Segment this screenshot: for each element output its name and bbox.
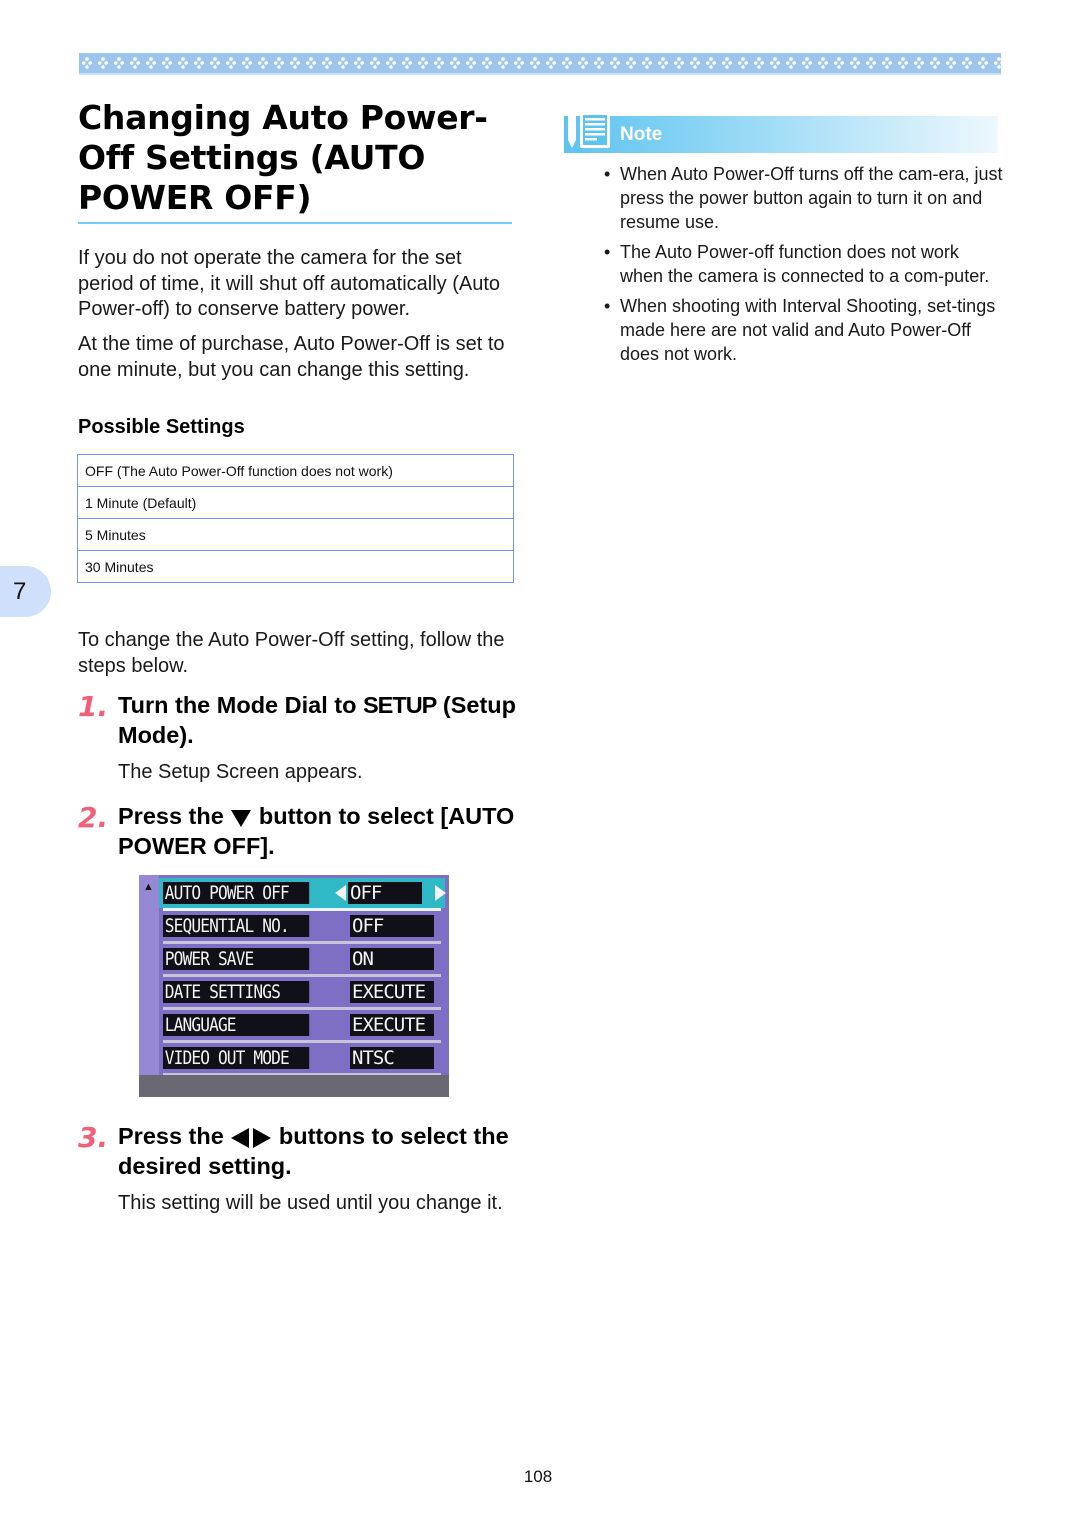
- note-item: • When shooting with Interval Shooting, s…: [604, 294, 1004, 366]
- lcd-menu-row: VIDEO OUT MODE NTSC: [159, 1043, 445, 1076]
- step-title-text: Press the: [118, 803, 231, 829]
- table-row: 30 Minutes: [77, 550, 514, 583]
- left-right-triangles-icon: [231, 1127, 272, 1148]
- step-body: This setting will be used until you chan…: [118, 1192, 503, 1214]
- possible-settings-heading: Possible Settings: [78, 416, 245, 438]
- lcd-menu-label: LANGUAGE: [163, 1014, 310, 1036]
- note-list: • When Auto Power-Off turns off the cam-e…: [604, 162, 1004, 372]
- table-row: 5 Minutes: [77, 518, 514, 551]
- note-item-text: When Auto Power-Off turns off the cam-er…: [620, 164, 1003, 232]
- lcd-menu-value: NTSC: [350, 1047, 434, 1069]
- step-number: 3.: [78, 1121, 109, 1154]
- bullet-icon: •: [604, 164, 611, 184]
- intro-paragraph-1: If you do not operate the camera for the…: [78, 247, 501, 320]
- bullet-icon: •: [604, 242, 611, 262]
- lcd-menu-row: SEQUENTIAL NO. OFF: [159, 911, 445, 944]
- lcd-bottom-bar: [139, 1075, 449, 1097]
- table-cell: 1 Minute (Default): [77, 486, 514, 519]
- step-3: 3. Press the buttons to select the desir…: [78, 1121, 518, 1217]
- lcd-menu-value: EXECUTE: [350, 981, 434, 1003]
- lcd-menu-value: OFF: [348, 882, 422, 904]
- table-row: OFF (The Auto Power-Off function does no…: [77, 454, 514, 487]
- lcd-menu-label: SEQUENTIAL NO.: [163, 915, 310, 937]
- step-1: 1. Turn the Mode Dial to SETUP (Setup Mo…: [78, 690, 518, 786]
- setup-mode-symbol: SETUP: [363, 692, 437, 718]
- table-row: 1 Minute (Default): [77, 486, 514, 519]
- possible-settings-table: OFF (The Auto Power-Off function does no…: [77, 454, 514, 583]
- page-title: Changing Auto Power-Off Settings (AUTO P…: [78, 98, 488, 217]
- scroll-strip: [139, 875, 159, 1075]
- lcd-menu-row: AUTO POWER OFF OFF: [159, 878, 446, 911]
- step-title-text: Press the: [118, 1123, 231, 1149]
- note-header: Note: [564, 112, 998, 153]
- right-arrow-icon: [435, 885, 446, 901]
- note-label: Note: [620, 124, 663, 145]
- lcd-menu-label: VIDEO OUT MODE: [163, 1047, 310, 1069]
- camera-setup-screen: ▲ AUTO POWER OFF OFF SEQUENTIAL NO. OFF …: [139, 875, 449, 1097]
- decorative-header-band: [79, 53, 1001, 75]
- lcd-menu-row: DATE SETTINGS EXECUTE: [159, 977, 445, 1010]
- note-item-text: The Auto Power-off function does not wor…: [620, 242, 990, 286]
- note-item: • The Auto Power-off function does not wo…: [604, 240, 1004, 288]
- step-body: The Setup Screen appears.: [118, 761, 363, 783]
- step-title: Press the buttons to select the desired …: [118, 1121, 518, 1181]
- left-arrow-icon: [335, 885, 346, 901]
- step-title-text: Turn the Mode Dial to: [118, 692, 363, 718]
- lcd-menu-label: DATE SETTINGS: [163, 981, 310, 1003]
- note-item-text: When shooting with Interval Shooting, se…: [620, 296, 996, 364]
- chapter-tab: 7: [0, 566, 51, 617]
- lcd-menu-label: POWER SAVE: [163, 948, 310, 970]
- lcd-menu-row: LANGUAGE EXECUTE: [159, 1010, 445, 1043]
- chapter-number: 7: [13, 577, 27, 605]
- step-2: 2. Press the button to select [AUTO POWE…: [78, 801, 518, 861]
- bullet-icon: •: [604, 296, 611, 316]
- note-pencil-icon: [568, 112, 610, 148]
- lcd-menu-label: AUTO POWER OFF: [163, 882, 310, 904]
- step-number: 2.: [78, 801, 109, 834]
- table-cell: 5 Minutes: [77, 518, 514, 551]
- lcd-menu-value: OFF: [350, 915, 434, 937]
- down-triangle-icon: [231, 809, 252, 827]
- step-number: 1.: [78, 690, 109, 723]
- title-underline: [78, 222, 512, 224]
- lcd-menu-row: POWER SAVE ON: [159, 944, 445, 977]
- instructions-lead: To change the Auto Power-Off setting, fo…: [78, 629, 505, 677]
- lcd-menu-value: EXECUTE: [350, 1014, 434, 1036]
- step-title: Press the button to select [AUTO POWER O…: [118, 801, 518, 861]
- scroll-up-arrow-icon: ▲: [143, 881, 154, 893]
- lcd-menu-value: ON: [350, 948, 434, 970]
- table-cell: OFF (The Auto Power-Off function does no…: [77, 454, 514, 487]
- page-number: 108: [523, 1467, 553, 1486]
- table-cell: 30 Minutes: [77, 550, 514, 583]
- step-title: Turn the Mode Dial to SETUP (Setup Mode)…: [118, 690, 518, 750]
- note-item: • When Auto Power-Off turns off the cam-e…: [604, 162, 1004, 234]
- intro-paragraph-2: At the time of purchase, Auto Power-Off …: [78, 333, 505, 381]
